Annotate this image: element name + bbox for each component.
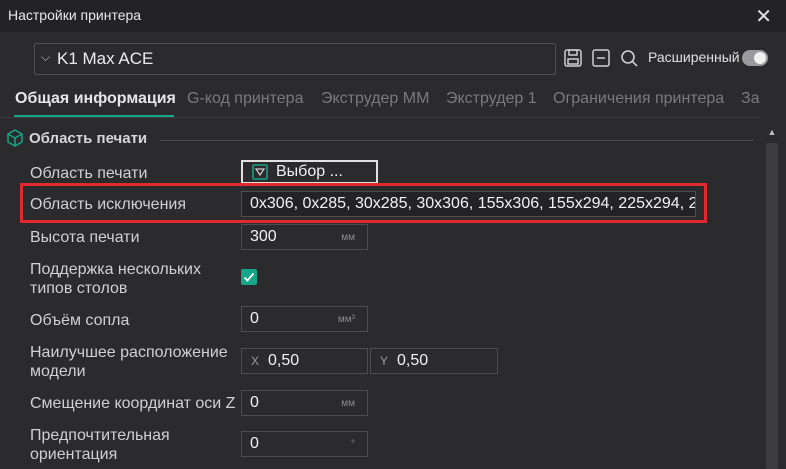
best-position-label-line2: модели: [30, 363, 86, 380]
y-prefix: Y: [380, 354, 389, 368]
tab-printer-limits[interactable]: Ограничения принтера: [553, 90, 724, 108]
tabs-divider: [0, 117, 760, 118]
nozzle-volume-label: Объём сопла: [30, 312, 130, 329]
print-area-select-button[interactable]: Выбор ...: [241, 160, 378, 184]
print-area-button-label: Выбор ...: [276, 163, 343, 180]
z-offset-value: 0: [250, 394, 259, 411]
bed-shape-icon: [252, 164, 268, 180]
multi-bed-label-line2: типов столов: [30, 280, 128, 297]
advanced-toggle[interactable]: [742, 50, 768, 66]
tab-extruder-1[interactable]: Экструдер 1: [446, 90, 537, 108]
minus-box-icon[interactable]: [591, 48, 611, 68]
exclusion-area-label: Область исключения: [30, 196, 187, 213]
section-title: Область печати: [29, 130, 148, 147]
tab-extruder-mm[interactable]: Экструдер MM: [321, 90, 429, 108]
orientation-label-line1: Предпочтительная: [30, 427, 170, 444]
best-position-x-value: 0,50: [268, 352, 300, 369]
z-offset-unit: мм: [341, 398, 355, 409]
orientation-input[interactable]: 0 °: [241, 431, 368, 457]
nozzle-volume-input[interactable]: 0 мм³: [241, 306, 368, 332]
print-height-input[interactable]: 300 мм: [241, 224, 368, 250]
window-title: Настройки принтера: [8, 7, 142, 23]
scroll-up-arrow-icon[interactable]: ▲: [765, 127, 779, 139]
advanced-label: Расширенный: [648, 49, 740, 65]
nozzle-volume-value: 0: [250, 310, 259, 327]
print-height-unit: мм: [341, 232, 355, 243]
close-icon[interactable]: ✕: [755, 4, 772, 29]
orientation-label-line2: ориентация: [30, 446, 118, 463]
orientation-unit: °: [351, 439, 355, 450]
cube-icon: [7, 129, 23, 147]
printer-preset-select[interactable]: ⌵ K1 Max ACE: [34, 43, 556, 75]
z-offset-label: Смещение координат оси Z: [30, 395, 236, 412]
tab-general[interactable]: Общая информация: [15, 90, 176, 108]
scrollbar-thumb[interactable]: [766, 143, 778, 469]
best-position-x-input[interactable]: X 0,50: [241, 348, 368, 374]
section-divider: [160, 140, 754, 141]
tab-more[interactable]: За: [741, 90, 760, 108]
search-icon[interactable]: [619, 48, 639, 68]
x-prefix: X: [251, 354, 260, 368]
orientation-value: 0: [250, 435, 259, 452]
chevron-down-icon: ⌵: [41, 50, 51, 64]
save-icon[interactable]: [563, 48, 583, 68]
exclusion-area-input[interactable]: 0x306, 0x285, 30x285, 30x306, 155x306, 1…: [241, 191, 696, 217]
z-offset-input[interactable]: 0 мм: [241, 390, 368, 416]
title-bar: Настройки принтера ✕: [0, 0, 786, 32]
print-height-value: 300: [250, 228, 277, 245]
best-position-label-line1: Наилучшее расположение: [30, 344, 228, 361]
multi-bed-checkbox[interactable]: [241, 269, 257, 285]
preset-name: K1 Max ACE: [57, 49, 154, 68]
multi-bed-label-line1: Поддержка нескольких: [30, 261, 201, 278]
checkmark-icon: [243, 272, 255, 282]
print-area-label: Область печати: [30, 165, 148, 182]
exclusion-area-value: 0x306, 0x285, 30x285, 30x306, 155x306, 1…: [250, 195, 695, 212]
best-position-y-input[interactable]: Y 0,50: [370, 348, 498, 374]
tab-bar: Общая информация G-код принтера Экструде…: [0, 90, 786, 114]
print-height-label: Высота печати: [30, 229, 140, 246]
best-position-y-value: 0,50: [397, 352, 429, 369]
tab-gcode[interactable]: G-код принтера: [187, 90, 303, 108]
nozzle-volume-unit: мм³: [337, 314, 355, 325]
toggle-knob: [754, 52, 766, 64]
